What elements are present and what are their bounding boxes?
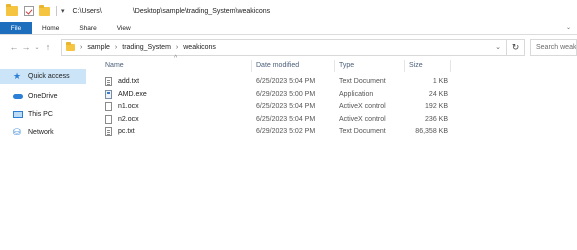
exe-file-icon [105,89,112,99]
file-name: n2.ocx [118,115,139,123]
breadcrumb-sample[interactable]: sample [87,44,110,51]
file-name: pc.txt [118,128,135,136]
search-input[interactable]: Search weakicons [530,39,577,56]
file-type: ActiveX control [339,103,386,111]
tab-view[interactable]: View [107,22,141,34]
window-title: C:\Users\ \Desktop\sample\trading_System… [73,8,271,15]
chevron-right-icon[interactable]: › [80,44,82,51]
sidebar-item-this-pc[interactable]: This PC [0,107,98,122]
file-date: 6/25/2023 5:04 PM [256,103,316,111]
file-row[interactable]: pc.txt 6/29/2023 5:02 PM Text Document 8… [98,126,577,139]
ribbon-tabs: File Home Share View ⌄ [0,22,577,35]
file-row[interactable]: n2.ocx 6/25/2023 5:04 PM ActiveX control… [98,114,577,127]
file-icon [105,102,112,112]
recent-locations-button[interactable]: ⌄ [32,44,42,51]
network-icon: ⛁ [13,127,21,137]
column-header-type[interactable]: Type [339,62,354,72]
file-row[interactable]: add.txt 6/25/2023 5:04 PM Text Document … [98,76,577,89]
sidebar-item-quick-access[interactable]: ★ Quick access [0,69,86,84]
sidebar-item-network[interactable]: ⛁ Network [0,125,98,140]
sidebar-item-label: OneDrive [28,93,58,100]
chevron-down-icon[interactable]: ⌄ [495,43,501,51]
file-type: Application [339,90,374,98]
sidebar-item-label: This PC [28,111,53,118]
divider [56,6,57,16]
column-header-size[interactable]: Size [409,62,423,72]
window-title-right: \Desktop\sample\trading_System\weakicons [132,7,271,15]
file-name: n1.ocx [118,103,139,111]
file-name: AMD.exe [118,90,147,98]
file-size: 192 KB [425,103,448,111]
expand-ribbon-icon[interactable]: ⌄ [566,24,571,31]
sidebar-item-label: Quick access [28,73,70,80]
star-icon: ★ [13,71,22,81]
text-file-icon [105,77,112,86]
computer-icon [13,111,23,118]
breadcrumb-trading-system[interactable]: trading_System [122,44,171,51]
folder-icon [66,42,75,51]
file-list: add.txt 6/25/2023 5:04 PM Text Document … [98,76,577,139]
navigation-pane: ★ Quick access OneDrive This PC ⛁ Networ… [0,60,98,250]
forward-button[interactable]: → [20,42,32,52]
file-size: 236 KB [425,115,448,123]
tab-home[interactable]: Home [32,22,69,34]
file-size: 24 KB [428,90,448,98]
navigation-bar: ← → ⌄ ↑ › sample › trading_System › weak… [0,36,577,58]
file-type: ActiveX control [339,115,386,123]
address-bar[interactable]: › sample › trading_System › weakicons ⌄ [61,39,507,56]
column-header-name[interactable]: Name [105,62,124,72]
file-date: 6/29/2023 5:02 PM [256,128,316,136]
cloud-icon [13,92,23,101]
file-date: 6/29/2023 5:00 PM [256,90,316,98]
refresh-button[interactable]: ↻ [507,39,525,56]
text-file-icon [105,127,112,137]
column-divider[interactable] [404,60,405,72]
column-divider[interactable] [334,60,335,72]
chevron-right-icon[interactable]: › [176,44,178,51]
breadcrumb-weakicons[interactable]: weakicons [183,44,216,51]
new-folder-icon[interactable] [39,4,50,16]
file-row[interactable]: n1.ocx 6/25/2023 5:04 PM ActiveX control… [98,101,577,114]
file-size: 86,358 KB [415,128,448,136]
column-headers: Name Date modified Type Size [98,60,577,72]
file-icon [105,114,112,124]
customize-quick-access-icon[interactable]: ▾ [61,7,65,15]
title-bar: ▾ C:\Users\ \Desktop\sample\trading_Syst… [0,0,577,22]
sidebar-item-label: Network [28,129,54,136]
file-date: 6/25/2023 5:04 PM [256,115,316,123]
column-divider[interactable] [251,60,252,72]
file-name: add.txt [118,78,140,85]
file-size: 1 KB [432,78,448,85]
file-type: Text Document [339,78,386,85]
column-divider[interactable] [450,60,451,72]
tab-share[interactable]: Share [69,22,106,34]
back-button[interactable]: ← [8,42,20,52]
file-type: Text Document [339,128,386,136]
folder-icon [6,4,18,16]
chevron-right-icon[interactable]: › [115,44,117,51]
file-date: 6/25/2023 5:04 PM [256,78,316,85]
tab-file[interactable]: File [0,22,32,34]
sidebar-item-onedrive[interactable]: OneDrive [0,89,98,104]
file-row[interactable]: AMD.exe 6/29/2023 5:00 PM Application 24… [98,89,577,102]
column-header-date[interactable]: Date modified [256,62,299,72]
properties-icon[interactable] [24,6,34,16]
up-button[interactable]: ↑ [42,42,54,52]
window-title-left: C:\Users\ [72,7,102,15]
